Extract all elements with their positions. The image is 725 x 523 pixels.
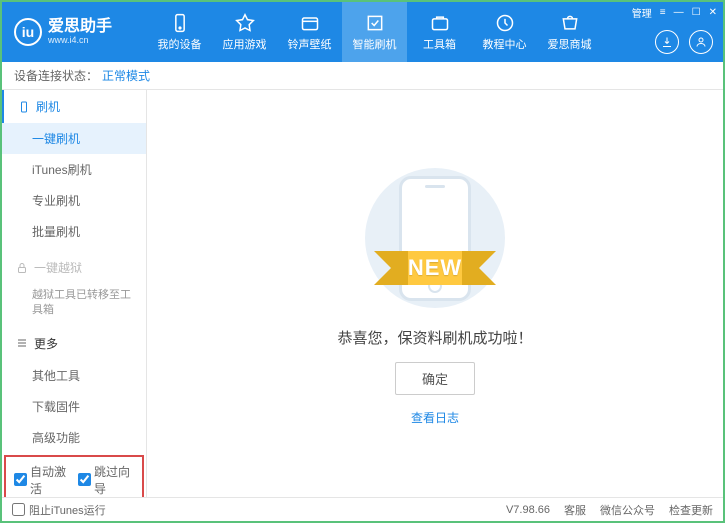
nav-icon (235, 13, 255, 33)
footer-link-update[interactable]: 检查更新 (669, 502, 713, 518)
nav-6[interactable]: 爱思商城 (537, 2, 602, 62)
nav-icon (430, 13, 450, 33)
success-message: 恭喜您，保资料刷机成功啦！ (337, 327, 532, 348)
app-name: 爱思助手 (48, 19, 112, 35)
footer-link-support[interactable]: 客服 (564, 502, 586, 518)
sidebar-item-flash-1[interactable]: iTunes刷机 (2, 154, 146, 185)
footer: 阻止iTunes运行 V7.98.66 客服 微信公众号 检查更新 (2, 497, 723, 521)
sidebar-jailbreak-title: 一键越狱 (34, 259, 82, 276)
new-ribbon: NEW (392, 251, 478, 285)
manage-label[interactable]: 管理 (632, 5, 652, 20)
window-controls: 管理 ≡ — ☐ ✕ (632, 5, 717, 20)
header-right (655, 30, 713, 54)
nav-4[interactable]: 工具箱 (407, 2, 472, 62)
sidebar-item-flash-0[interactable]: 一键刷机 (2, 123, 146, 154)
app-site: www.i4.cn (48, 35, 112, 45)
lock-icon (16, 262, 28, 274)
success-illustration: NEW (345, 163, 525, 313)
ok-button[interactable]: 确定 (395, 362, 475, 395)
main-content: NEW 恭喜您，保资料刷机成功啦！ 确定 查看日志 (147, 90, 723, 499)
menu-icon[interactable]: ≡ (660, 7, 666, 18)
nav-5[interactable]: 教程中心 (472, 2, 537, 62)
minimize-icon[interactable]: — (674, 7, 684, 18)
sidebar-more-title: 更多 (34, 335, 58, 352)
download-button[interactable] (655, 30, 679, 54)
nav-2[interactable]: 铃声壁纸 (277, 2, 342, 62)
view-log-link[interactable]: 查看日志 (411, 409, 459, 426)
app-logo-icon: iu (14, 18, 42, 46)
nav-icon (560, 13, 580, 33)
sidebar-section-flash[interactable]: 刷机 (2, 90, 146, 123)
sidebar: 刷机 一键刷机iTunes刷机专业刷机批量刷机 一键越狱 越狱工具已转移至工具箱… (2, 90, 147, 499)
maximize-icon[interactable]: ☐ (692, 7, 701, 18)
footer-link-wechat[interactable]: 微信公众号 (600, 502, 655, 518)
sidebar-item-more-0[interactable]: 其他工具 (2, 360, 146, 391)
phone-icon (18, 101, 30, 113)
app-header: iu 爱思助手 www.i4.cn 我的设备应用游戏铃声壁纸智能刷机工具箱教程中… (2, 2, 723, 62)
close-icon[interactable]: ✕ (709, 7, 717, 18)
block-itunes-checkbox[interactable]: 阻止iTunes运行 (12, 502, 106, 518)
options-row: 自动激活 跳过向导 (4, 455, 144, 499)
sidebar-item-more-2[interactable]: 高级功能 (2, 422, 146, 453)
nav-icon (365, 13, 385, 33)
nav-icon (300, 13, 320, 33)
nav-0[interactable]: 我的设备 (147, 2, 212, 62)
nav-icon (170, 13, 190, 33)
nav-3[interactable]: 智能刷机 (342, 2, 407, 62)
sidebar-item-flash-2[interactable]: 专业刷机 (2, 185, 146, 216)
version-label: V7.98.66 (506, 504, 550, 516)
jailbreak-note: 越狱工具已转移至工具箱 (2, 284, 146, 323)
menu-icon (16, 337, 28, 349)
sidebar-section-more[interactable]: 更多 (2, 327, 146, 360)
logo: iu 爱思助手 www.i4.cn (2, 18, 147, 46)
sidebar-item-flash-3[interactable]: 批量刷机 (2, 216, 146, 247)
status-mode: 正常模式 (102, 67, 150, 84)
skip-guide-checkbox[interactable]: 跳过向导 (78, 463, 134, 497)
sidebar-flash-title: 刷机 (36, 98, 60, 115)
main-nav: 我的设备应用游戏铃声壁纸智能刷机工具箱教程中心爱思商城 (147, 2, 602, 62)
sidebar-item-more-1[interactable]: 下载固件 (2, 391, 146, 422)
nav-icon (495, 13, 515, 33)
status-label: 设备连接状态： (14, 67, 98, 84)
nav-1[interactable]: 应用游戏 (212, 2, 277, 62)
status-bar: 设备连接状态： 正常模式 (2, 62, 723, 90)
sidebar-section-jailbreak: 一键越狱 (2, 251, 146, 284)
user-button[interactable] (689, 30, 713, 54)
auto-activate-checkbox[interactable]: 自动激活 (14, 463, 70, 497)
